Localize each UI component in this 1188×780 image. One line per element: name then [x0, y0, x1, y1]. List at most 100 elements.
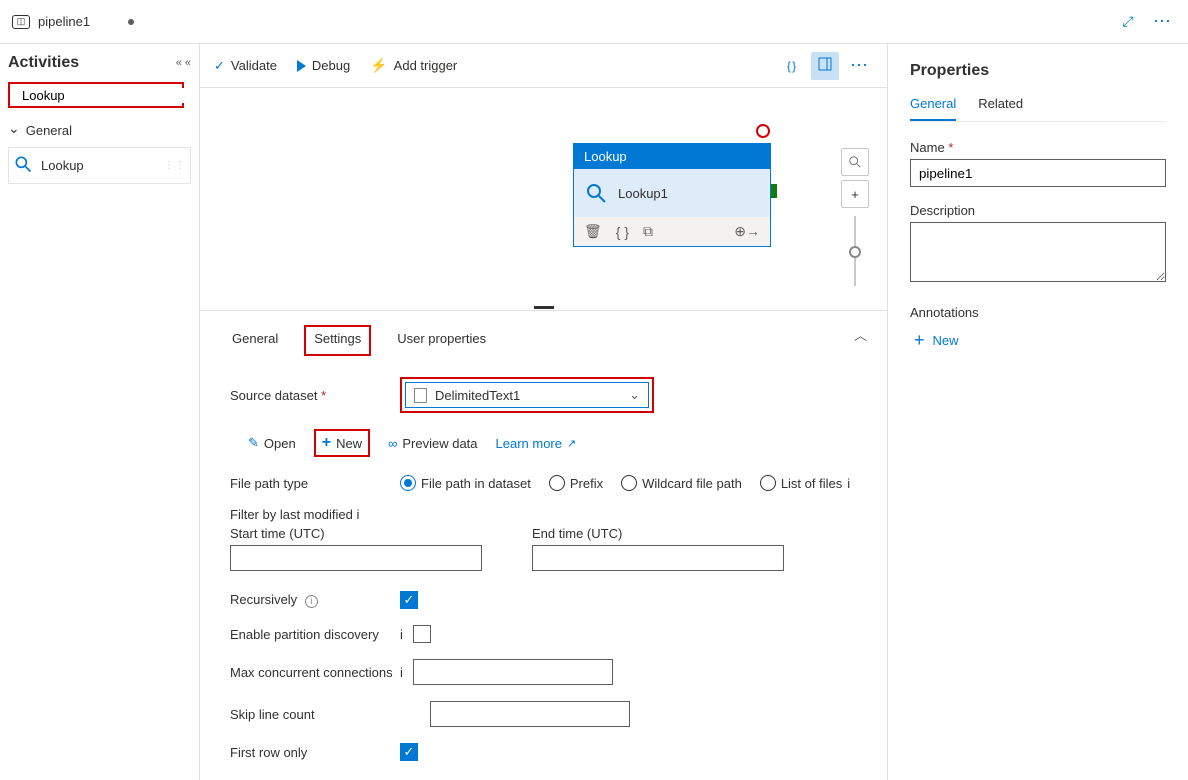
- radio-icon: [760, 475, 776, 491]
- plus-icon: [914, 330, 925, 351]
- tab-general[interactable]: General: [230, 325, 280, 356]
- node-top-handle[interactable]: [756, 124, 770, 138]
- filter-modified-row: Filter by last modified i Start time (UT…: [230, 507, 857, 571]
- info-icon[interactable]: i: [305, 595, 318, 608]
- activity-group-general[interactable]: General: [8, 118, 191, 143]
- source-dataset-dropdown-wrapper: DelimitedText1: [400, 377, 654, 413]
- filter-label: Filter by last modified i: [230, 507, 857, 522]
- title-bar: ◫ pipeline1: [0, 0, 1188, 44]
- file-path-type-label: File path type: [230, 476, 400, 491]
- add-trigger-button[interactable]: Add trigger: [370, 57, 457, 74]
- toolbar-more-button[interactable]: [845, 52, 873, 80]
- tab-settings[interactable]: Settings: [304, 325, 371, 356]
- open-dataset-button[interactable]: Open: [248, 435, 296, 451]
- description-textarea[interactable]: [910, 222, 1166, 282]
- group-label: General: [26, 123, 72, 138]
- pipeline-canvas[interactable]: Lookup Lookup1 🗑 { } ⧉ ⊕→ +: [200, 88, 887, 304]
- end-time-input[interactable]: [532, 545, 784, 571]
- node-header: Lookup: [574, 144, 770, 169]
- collapse-panel-button[interactable]: [854, 325, 867, 344]
- new-label: New: [336, 436, 362, 451]
- check-icon: [214, 58, 225, 74]
- learn-more-link[interactable]: Learn more: [496, 436, 577, 451]
- recursively-checkbox[interactable]: [400, 591, 418, 609]
- properties-panel: Properties General Related Name * Descri…: [888, 44, 1188, 780]
- validate-button[interactable]: Validate: [214, 58, 277, 74]
- source-dataset-dropdown[interactable]: DelimitedText1: [405, 382, 649, 408]
- radio-file-path-dataset[interactable]: File path in dataset: [400, 475, 531, 491]
- start-time-input[interactable]: [230, 545, 482, 571]
- pipeline-name-input[interactable]: [910, 159, 1166, 187]
- expand-icon: [1122, 13, 1133, 30]
- lookup-activity-node[interactable]: Lookup Lookup1 🗑 { } ⧉ ⊕→: [573, 143, 771, 247]
- radio-icon: [400, 475, 416, 491]
- bolt-icon: [370, 57, 387, 74]
- play-icon: [297, 60, 306, 72]
- new-dataset-highlight: New: [314, 429, 370, 457]
- more-button[interactable]: [1148, 8, 1176, 36]
- enable-partition-checkbox[interactable]: [413, 625, 431, 643]
- pipeline-tab-name[interactable]: pipeline1: [38, 14, 90, 29]
- radio-wildcard[interactable]: Wildcard file path: [621, 475, 742, 491]
- properties-tabs: General Related: [910, 96, 1166, 122]
- info-icon[interactable]: i: [847, 476, 850, 491]
- radio-prefix[interactable]: Prefix: [549, 475, 603, 491]
- validate-label: Validate: [231, 58, 277, 73]
- new-dataset-button[interactable]: New: [322, 434, 362, 452]
- end-time-label: End time (UTC): [532, 526, 784, 541]
- canvas-area: Validate Debug Add trigger Lookup Lookup…: [200, 44, 888, 780]
- lookup-icon: [584, 181, 608, 205]
- skip-line-input[interactable]: [430, 701, 630, 727]
- skip-line-row: Skip line count: [230, 701, 857, 727]
- activities-search[interactable]: [8, 82, 184, 108]
- activities-search-input[interactable]: [22, 88, 198, 103]
- skip-line-label: Skip line count: [230, 707, 430, 722]
- source-dataset-label: Source dataset *: [230, 388, 400, 403]
- activities-title: Activities: [8, 54, 79, 72]
- copy-node-button[interactable]: ⧉: [643, 223, 653, 240]
- debug-button[interactable]: Debug: [297, 58, 350, 73]
- preview-data-button[interactable]: ∞Preview data: [388, 436, 477, 451]
- details-panel: General Settings User properties Source …: [200, 310, 887, 780]
- info-icon[interactable]: i: [356, 507, 359, 522]
- zoom-fit-button[interactable]: [841, 148, 869, 176]
- zoom-slider[interactable]: [854, 216, 856, 286]
- properties-title: Properties: [910, 62, 1166, 80]
- node-success-handle[interactable]: [771, 184, 777, 198]
- braces-icon: [787, 58, 795, 73]
- zoom-thumb[interactable]: [849, 246, 861, 258]
- lookup-icon: [13, 154, 33, 177]
- code-node-button[interactable]: { }: [616, 224, 629, 240]
- expand-button[interactable]: [1114, 8, 1142, 36]
- node-name: Lookup1: [618, 186, 668, 201]
- node-footer: 🗑 { } ⧉ ⊕→: [574, 217, 770, 246]
- zoom-controls: +: [841, 148, 869, 286]
- max-concurrent-input[interactable]: [413, 659, 613, 685]
- first-row-only-row: First row only: [230, 743, 857, 761]
- annotations-label: Annotations: [910, 305, 1166, 320]
- code-view-button[interactable]: [777, 52, 805, 80]
- props-tab-general[interactable]: General: [910, 96, 956, 121]
- description-label: Description: [910, 203, 1166, 218]
- chevron-down-icon: [8, 122, 20, 139]
- new-annotation-label: New: [933, 333, 959, 348]
- new-annotation-button[interactable]: New: [910, 330, 1166, 351]
- delete-node-button[interactable]: 🗑: [584, 223, 602, 240]
- info-icon[interactable]: i: [400, 627, 403, 642]
- plus-icon: [322, 434, 331, 452]
- expand-node-button[interactable]: ⊕→: [734, 223, 760, 240]
- zoom-in-button[interactable]: +: [841, 180, 869, 208]
- activity-item-lookup[interactable]: Lookup ⋮⋮: [8, 147, 191, 184]
- first-row-checkbox[interactable]: [400, 743, 418, 761]
- info-icon[interactable]: i: [400, 665, 403, 680]
- tab-user-properties[interactable]: User properties: [395, 325, 488, 356]
- enable-partition-label: Enable partition discovery: [230, 627, 400, 642]
- debug-label: Debug: [312, 58, 350, 73]
- props-tab-related[interactable]: Related: [978, 96, 1023, 121]
- pipeline-icon: ◫: [12, 15, 30, 29]
- radio-icon: [621, 475, 637, 491]
- sidebar-collapse-button[interactable]: « «: [176, 57, 191, 69]
- radio-list-files[interactable]: List of filesi: [760, 475, 850, 491]
- pencil-icon: [248, 435, 259, 451]
- properties-toggle-button[interactable]: [811, 52, 839, 80]
